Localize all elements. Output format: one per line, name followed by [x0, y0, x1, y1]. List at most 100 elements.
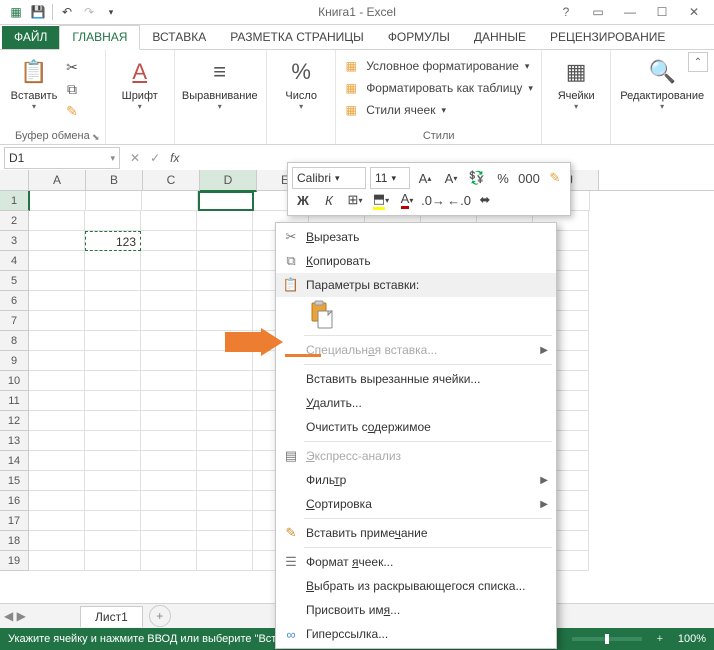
row-header-2[interactable]: 2: [0, 211, 29, 231]
increase-font-icon[interactable]: A▴: [414, 168, 436, 188]
row-header-11[interactable]: 11: [0, 391, 29, 411]
cell-A19[interactable]: [29, 551, 85, 571]
undo-icon[interactable]: ↶: [57, 3, 77, 21]
ctx-insert-comment[interactable]: ✎Вставить примечание: [276, 521, 556, 545]
cell-B14[interactable]: [85, 451, 141, 471]
cell-C1[interactable]: [142, 191, 198, 211]
ctx-cut[interactable]: ✂Вырезать: [276, 225, 556, 249]
help-icon[interactable]: ?: [552, 3, 580, 21]
redo-icon[interactable]: ↷: [79, 3, 99, 21]
row-header-7[interactable]: 7: [0, 311, 29, 331]
cell-D16[interactable]: [197, 491, 253, 511]
font-family-select[interactable]: Calibri▾: [292, 167, 366, 189]
cell-D19[interactable]: [197, 551, 253, 571]
cell-D11[interactable]: [197, 391, 253, 411]
cell-D1[interactable]: [198, 191, 254, 211]
cell-B3[interactable]: 123: [85, 231, 141, 251]
font-color-icon[interactable]: A▾: [396, 190, 418, 210]
cell-A18[interactable]: [29, 531, 85, 551]
cell-A9[interactable]: [29, 351, 85, 371]
cell-C9[interactable]: [141, 351, 197, 371]
merge-center-icon[interactable]: ⬌: [474, 190, 496, 210]
ctx-sort[interactable]: Сортировка▶: [276, 492, 556, 516]
cut-icon[interactable]: ✂: [62, 58, 82, 76]
cell-B18[interactable]: [85, 531, 141, 551]
zoom-slider[interactable]: [572, 637, 642, 641]
sheet-tab-active[interactable]: Лист1: [80, 606, 143, 627]
font-size-select[interactable]: 11▾: [370, 167, 410, 189]
borders-icon[interactable]: ⊞▾: [344, 190, 366, 210]
ctx-pick-from-list[interactable]: Выбрать из раскрывающегося списка...: [276, 574, 556, 598]
ribbon-collapse-icon[interactable]: ⌃: [688, 52, 708, 72]
cell-A5[interactable]: [29, 271, 85, 291]
cell-D17[interactable]: [197, 511, 253, 531]
tab-page-layout[interactable]: РАЗМЕТКА СТРАНИЦЫ: [218, 26, 376, 49]
ctx-filního filter[interactable]: Фильтр▶: [276, 468, 556, 492]
ctx-delete[interactable]: Удалить...: [276, 391, 556, 415]
cell-D12[interactable]: [197, 411, 253, 431]
name-box[interactable]: D1▾: [4, 147, 120, 169]
cell-D15[interactable]: [197, 471, 253, 491]
qat-customize-icon[interactable]: ▾: [101, 3, 121, 21]
cell-D2[interactable]: [197, 211, 253, 231]
row-header-12[interactable]: 12: [0, 411, 29, 431]
increase-decimal-icon[interactable]: ←.0: [448, 190, 470, 210]
cell-C19[interactable]: [141, 551, 197, 571]
row-header-16[interactable]: 16: [0, 491, 29, 511]
cell-A15[interactable]: [29, 471, 85, 491]
select-all-corner[interactable]: [0, 170, 29, 190]
cell-A2[interactable]: [29, 211, 85, 231]
cell-A3[interactable]: [29, 231, 85, 251]
cell-styles-button[interactable]: ▦Стили ячеек ▾: [342, 100, 535, 120]
col-header-A[interactable]: A: [29, 170, 86, 190]
copy-icon[interactable]: ⧉: [62, 80, 82, 98]
row-header-14[interactable]: 14: [0, 451, 29, 471]
cell-C18[interactable]: [141, 531, 197, 551]
row-header-13[interactable]: 13: [0, 431, 29, 451]
cell-C7[interactable]: [141, 311, 197, 331]
new-sheet-icon[interactable]: +: [149, 605, 171, 627]
row-header-5[interactable]: 5: [0, 271, 29, 291]
row-header-4[interactable]: 4: [0, 251, 29, 271]
ctx-format-cells[interactable]: ☰Формат ячеек...: [276, 550, 556, 574]
col-header-C[interactable]: C: [143, 170, 200, 190]
ctx-define-name[interactable]: Присвоить имя...: [276, 598, 556, 622]
cell-C4[interactable]: [141, 251, 197, 271]
format-as-table-button[interactable]: ▦Форматировать как таблицу ▾: [342, 78, 535, 98]
ctx-clear-contents[interactable]: Очистить содержимое: [276, 415, 556, 439]
cell-C10[interactable]: [141, 371, 197, 391]
row-header-18[interactable]: 18: [0, 531, 29, 551]
cell-D4[interactable]: [197, 251, 253, 271]
row-header-3[interactable]: 3: [0, 231, 29, 251]
cell-B13[interactable]: [85, 431, 141, 451]
cell-D5[interactable]: [197, 271, 253, 291]
cell-B5[interactable]: [85, 271, 141, 291]
cell-B16[interactable]: [85, 491, 141, 511]
format-painter-icon[interactable]: ✎: [62, 102, 82, 120]
cell-D14[interactable]: [197, 451, 253, 471]
cancel-icon[interactable]: ✕: [130, 151, 140, 165]
cell-D3[interactable]: [197, 231, 253, 251]
row-header-1[interactable]: 1: [0, 191, 30, 211]
cell-C13[interactable]: [141, 431, 197, 451]
save-icon[interactable]: 💾: [28, 3, 48, 21]
cell-A16[interactable]: [29, 491, 85, 511]
tab-home[interactable]: ГЛАВНАЯ: [59, 25, 140, 50]
row-header-15[interactable]: 15: [0, 471, 29, 491]
row-header-9[interactable]: 9: [0, 351, 29, 371]
cell-C6[interactable]: [141, 291, 197, 311]
decrease-font-icon[interactable]: A▾: [440, 168, 462, 188]
cell-A14[interactable]: [29, 451, 85, 471]
cell-A17[interactable]: [29, 511, 85, 531]
cell-A4[interactable]: [29, 251, 85, 271]
conditional-formatting-button[interactable]: ▦Условное форматирование ▾: [342, 56, 535, 76]
tab-file[interactable]: ФАЙЛ: [2, 26, 59, 49]
cell-A11[interactable]: [29, 391, 85, 411]
cells-button[interactable]: ▦ Ячейки ▾: [548, 52, 604, 126]
cell-B12[interactable]: [85, 411, 141, 431]
cell-B9[interactable]: [85, 351, 141, 371]
cell-C14[interactable]: [141, 451, 197, 471]
cell-B8[interactable]: [85, 331, 141, 351]
fx-icon[interactable]: fx: [170, 151, 179, 165]
decrease-decimal-icon[interactable]: .0→: [422, 190, 444, 210]
